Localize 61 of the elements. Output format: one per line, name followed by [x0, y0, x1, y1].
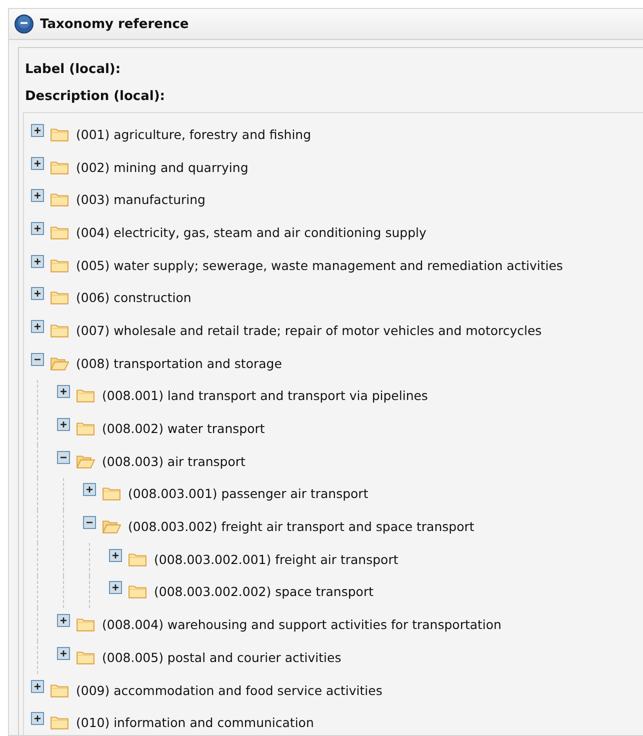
- tree-item[interactable]: (008.003) air transport: [102, 454, 246, 469]
- expand-toggle-icon[interactable]: [30, 124, 44, 137]
- tree-item[interactable]: (001) agriculture, forestry and fishing: [76, 126, 312, 142]
- tree-item[interactable]: (008.003.002) freight air transport and space transport: [128, 519, 474, 534]
- open-folder-icon: [102, 519, 121, 534]
- expand-toggle-icon[interactable]: [30, 189, 44, 202]
- collapse-icon[interactable]: [14, 14, 34, 34]
- panel-title: Taxonomy reference: [40, 16, 189, 32]
- folder-icon: [76, 617, 95, 632]
- tree-item[interactable]: (006) construction: [76, 290, 192, 306]
- folder-icon: [50, 126, 69, 142]
- expand-toggle-icon[interactable]: [30, 712, 44, 726]
- folder-icon: [50, 192, 69, 208]
- tree-item[interactable]: (008.005) postal and courier activities: [102, 650, 342, 665]
- expand-toggle-icon[interactable]: [108, 581, 122, 594]
- expand-toggle-icon[interactable]: [82, 483, 96, 496]
- tree-item[interactable]: (010) information and communication: [76, 715, 314, 730]
- open-folder-icon: [76, 454, 95, 469]
- expand-toggle-icon[interactable]: [30, 156, 44, 170]
- tree-item[interactable]: (005) water supply; sewerage, waste management and remediation activities: [76, 258, 563, 273]
- tree-item[interactable]: (008.003.002.002) space transport: [154, 584, 374, 600]
- expand-toggle-icon[interactable]: [56, 385, 70, 398]
- tree-item[interactable]: (008.002) water transport: [102, 421, 265, 436]
- folder-icon: [76, 421, 95, 436]
- folder-icon: [50, 160, 69, 175]
- folder-icon: [102, 486, 121, 502]
- folder-icon: [50, 290, 69, 306]
- folder-icon: [50, 224, 69, 240]
- tree-item[interactable]: (004) electricity, gas, steam and air conditioning supply: [76, 224, 426, 240]
- tree-item[interactable]: (008) transportation and storage: [76, 356, 282, 371]
- folder-icon: [50, 258, 69, 273]
- tree-item[interactable]: (009) accommodation and food service activities: [76, 682, 382, 698]
- tree-item[interactable]: (008.001) land transport and transport via pipelines: [102, 388, 428, 404]
- collapse-toggle-icon[interactable]: [56, 450, 70, 464]
- expand-toggle-icon[interactable]: [30, 680, 44, 693]
- expand-toggle-icon[interactable]: [108, 548, 122, 562]
- folder-icon: [50, 682, 69, 698]
- folder-icon: [50, 715, 69, 730]
- folder-icon: [76, 650, 95, 665]
- expand-toggle-icon[interactable]: [30, 320, 44, 333]
- tree-item[interactable]: (003) manufacturing: [76, 192, 206, 208]
- tree-item[interactable]: (002) mining and quarrying: [76, 160, 248, 175]
- folder-icon: [128, 584, 147, 600]
- expand-toggle-icon[interactable]: [30, 254, 44, 268]
- collapse-toggle-icon[interactable]: [30, 352, 44, 366]
- open-folder-icon: [50, 356, 69, 371]
- tree-item[interactable]: (007) wholesale and retail trade; repair of motor vehicles and motorcycles: [76, 322, 542, 338]
- folder-icon: [128, 552, 147, 567]
- tree-item[interactable]: (008.004) warehousing and support activities for transportation: [102, 617, 502, 632]
- field-label: Description (local):: [25, 88, 166, 106]
- expand-toggle-icon[interactable]: [56, 614, 70, 628]
- expand-toggle-icon[interactable]: [56, 418, 70, 432]
- folder-icon: [50, 322, 69, 338]
- expand-toggle-icon[interactable]: [30, 222, 44, 235]
- collapse-toggle-icon[interactable]: [82, 516, 96, 530]
- field-label: Label (local):: [25, 61, 122, 79]
- tree-item[interactable]: (008.003.001) passenger air transport: [128, 486, 368, 502]
- folder-icon: [76, 388, 95, 404]
- expand-toggle-icon[interactable]: [30, 287, 44, 300]
- expand-toggle-icon[interactable]: [56, 646, 70, 660]
- tree-item[interactable]: (008.003.002.001) freight air transport: [154, 552, 398, 567]
